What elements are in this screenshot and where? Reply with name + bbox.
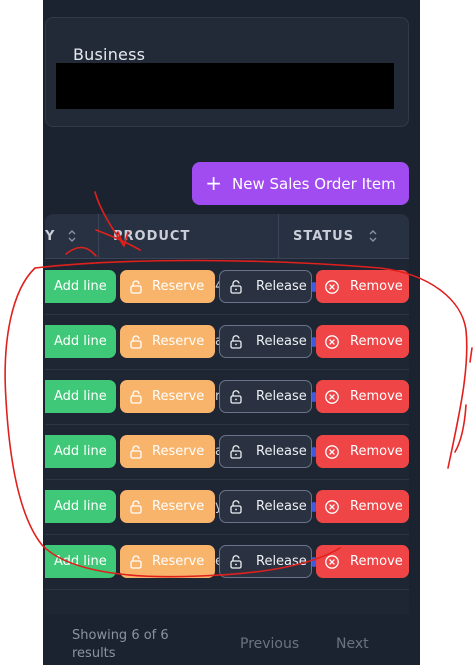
unlock-icon [228, 389, 244, 405]
column-header-product[interactable]: PRODUCT [99, 214, 279, 258]
reserve-label: Reserve [152, 444, 205, 459]
remove-label: Remove [350, 334, 403, 349]
release-label: Release [256, 499, 307, 514]
reserve-label: Reserve [152, 279, 205, 294]
business-label: Business [73, 45, 146, 64]
sort-icon[interactable] [67, 228, 77, 244]
sales-order-items-table: Y PRODUCT STATUS Add lineReserve4Release… [45, 214, 409, 614]
remove-button[interactable]: Remove [316, 545, 409, 578]
column-header-label: PRODUCT [113, 228, 191, 244]
release-button[interactable]: Release [219, 325, 312, 358]
unlock-icon [228, 334, 244, 350]
add-line-button[interactable]: Add line [45, 545, 116, 578]
next-page-button[interactable]: Next [336, 636, 369, 652]
table-row: Add line Reserve a Release Remove [45, 424, 409, 480]
release-label: Release [256, 444, 307, 459]
add-line-label: Add line [54, 499, 107, 514]
reserve-button[interactable]: Reserve [120, 325, 215, 358]
add-line-button[interactable]: Add line [45, 380, 116, 413]
unlock-icon [228, 499, 244, 515]
release-label: Release [256, 334, 307, 349]
remove-button[interactable]: Remove [316, 325, 409, 358]
reserve-button[interactable]: Reserve [120, 380, 215, 413]
lock-icon [128, 444, 144, 460]
reserve-button[interactable]: Reserve [120, 270, 215, 303]
close-circle-icon [324, 389, 340, 405]
add-line-label: Add line [54, 334, 107, 349]
previous-page-button[interactable]: Previous [240, 636, 299, 652]
unlock-icon [228, 279, 244, 295]
add-line-button[interactable]: Add line [45, 490, 116, 523]
reserve-button[interactable]: Reserve [120, 435, 215, 468]
lock-icon [128, 499, 144, 515]
close-circle-icon [324, 554, 340, 570]
remove-label: Remove [350, 279, 403, 294]
add-line-label: Add line [54, 389, 107, 404]
release-label: Release [256, 279, 307, 294]
lock-icon [128, 389, 144, 405]
add-line-label: Add line [54, 554, 107, 569]
new-sales-order-item-button[interactable]: + New Sales Order Item [192, 162, 409, 205]
table-row: Add line Reserve r Release Remove [45, 369, 409, 425]
redacted-business-value [56, 63, 394, 109]
release-label: Release [256, 389, 307, 404]
release-button[interactable]: Release [219, 435, 312, 468]
close-circle-icon [324, 279, 340, 295]
sort-icon[interactable] [368, 228, 378, 244]
unlock-icon [228, 554, 244, 570]
add-line-button[interactable]: Add line [45, 270, 116, 303]
release-button[interactable]: Release [219, 490, 312, 523]
table-footer: Showing 6 of 6 results Previous Next [43, 614, 420, 665]
column-header-quantity[interactable]: Y [45, 214, 99, 258]
main-panel: Business + New Sales Order Item Y PRODUC… [43, 0, 420, 665]
table-row: Add line Reserve y Release Remove [45, 479, 409, 535]
column-header-label: Y [45, 228, 56, 244]
table-row: Add lineReserveeReleaseRemove [45, 534, 409, 590]
business-card: Business [45, 17, 409, 127]
add-line-label: Add line [54, 279, 107, 294]
remove-button[interactable]: Remove [316, 270, 409, 303]
table-row: Add lineReserve4ReleaseRemove [45, 259, 409, 315]
remove-label: Remove [350, 389, 403, 404]
add-line-button[interactable]: Add line [45, 325, 116, 358]
column-header-status[interactable]: STATUS [280, 214, 409, 258]
reserve-label: Reserve [152, 554, 205, 569]
remove-label: Remove [350, 499, 403, 514]
close-circle-icon [324, 499, 340, 515]
remove-button[interactable]: Remove [316, 435, 409, 468]
column-header-label: STATUS [293, 228, 355, 244]
remove-label: Remove [350, 554, 403, 569]
add-line-button[interactable]: Add line [45, 435, 116, 468]
release-button[interactable]: Release [219, 270, 312, 303]
results-count: Showing 6 of 6 results [72, 628, 169, 661]
table-header: Y PRODUCT STATUS [45, 214, 409, 259]
reserve-button[interactable]: Reserve [120, 545, 215, 578]
reserve-label: Reserve [152, 334, 205, 349]
lock-icon [128, 554, 144, 570]
reserve-label: Reserve [152, 499, 205, 514]
lock-icon [128, 334, 144, 350]
reserve-label: Reserve [152, 389, 205, 404]
remove-label: Remove [350, 444, 403, 459]
annotation-mark [469, 347, 473, 363]
release-button[interactable]: Release [219, 545, 312, 578]
unlock-icon [228, 444, 244, 460]
release-label: Release [256, 554, 307, 569]
remove-button[interactable]: Remove [316, 490, 409, 523]
release-button[interactable]: Release [219, 380, 312, 413]
add-line-label: Add line [54, 444, 107, 459]
lock-icon [128, 279, 144, 295]
close-circle-icon [324, 444, 340, 460]
table-row: Add line Reserve a Release Remove [45, 314, 409, 370]
plus-icon: + [205, 170, 223, 195]
new-sales-order-item-label: New Sales Order Item [232, 174, 396, 193]
annotation-stroke [454, 404, 467, 453]
close-circle-icon [324, 334, 340, 350]
reserve-button[interactable]: Reserve [120, 490, 215, 523]
remove-button[interactable]: Remove [316, 380, 409, 413]
